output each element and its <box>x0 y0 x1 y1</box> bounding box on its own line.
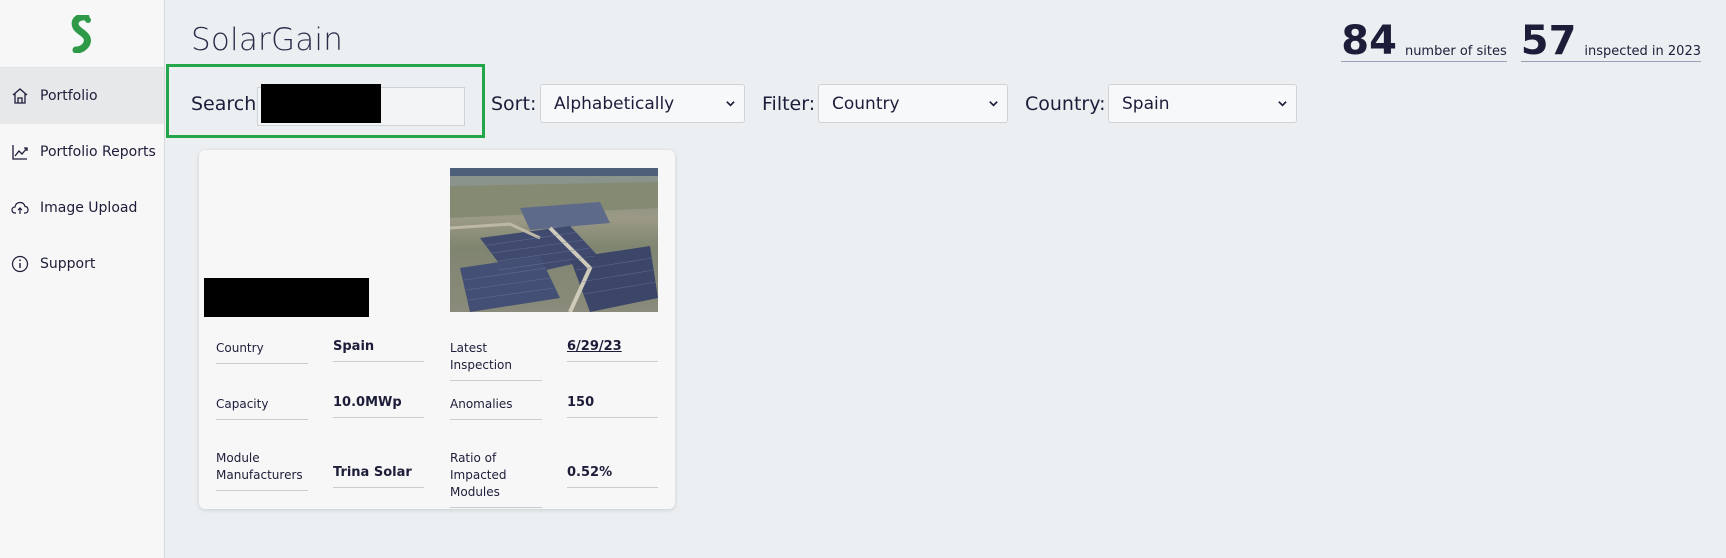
field-label-module-manufacturers: Module Manufacturers <box>216 450 308 491</box>
sidebar-item-label: Support <box>40 256 96 272</box>
country-select[interactable]: Spain <box>1108 84 1297 123</box>
sidebar-item-portfolio-reports[interactable]: Portfolio Reports <box>0 124 164 180</box>
field-label-anomalies: Anomalies <box>450 396 542 420</box>
field-value-capacity: 10.0MWp <box>333 394 424 418</box>
sidebar: Portfolio Portfolio Reports Image Upload… <box>0 0 165 558</box>
sort-label: Sort: <box>491 93 537 115</box>
filter-select-value: Country <box>832 93 900 114</box>
stat-label: number of sites <box>1404 44 1507 59</box>
country-select-value: Spain <box>1122 93 1170 114</box>
stat-value: 57 <box>1520 18 1577 64</box>
sidebar-item-label: Portfolio <box>40 88 98 104</box>
sort-select[interactable]: Alphabetically <box>540 84 745 123</box>
site-card[interactable]: Country Spain Capacity 10.0MWp Module Ma… <box>199 150 675 509</box>
stat-label: inspected in 2023 <box>1584 44 1701 59</box>
country-label: Country: <box>1025 93 1106 115</box>
sort-select-value: Alphabetically <box>554 93 675 114</box>
field-value-country: Spain <box>333 338 424 362</box>
redacted-search-text <box>261 84 381 123</box>
cloud-upload-icon <box>10 198 30 218</box>
search-highlight-box: Search: <box>166 64 485 138</box>
site-aerial-image <box>450 168 658 312</box>
page-title: SolarGain <box>191 22 344 58</box>
filter-select[interactable]: Country <box>818 84 1008 123</box>
field-label-latest-inspection: Latest Inspection <box>450 340 542 381</box>
home-icon <box>10 86 30 106</box>
stat-inspected: 57 inspected in 2023 <box>1520 18 1701 64</box>
sidebar-item-label: Image Upload <box>40 200 138 216</box>
field-label-ratio-impacted: Ratio of Impacted Modules <box>450 450 542 508</box>
sidebar-item-portfolio[interactable]: Portfolio <box>0 68 164 124</box>
chevron-down-icon <box>726 101 735 107</box>
search-label: Search: <box>191 93 263 115</box>
stats-summary: 84 number of sites 57 inspected in 2023 <box>1327 18 1701 64</box>
chevron-down-icon <box>989 101 998 107</box>
stat-value: 84 <box>1341 18 1397 64</box>
chevron-down-icon <box>1278 101 1287 107</box>
field-label-capacity: Capacity <box>216 396 308 420</box>
redacted-site-name <box>204 278 369 317</box>
filter-label: Filter: <box>762 93 816 115</box>
field-value-module-manufacturers: Trina Solar <box>333 464 424 488</box>
info-icon <box>10 254 30 274</box>
chart-line-icon <box>10 142 30 162</box>
toolbar: Search: Sort: Alphabetically Filter: Cou… <box>166 64 1726 138</box>
field-label-country: Country <box>216 340 308 364</box>
sidebar-item-support[interactable]: Support <box>0 236 164 292</box>
stat-number-of-sites: 84 number of sites <box>1341 18 1507 64</box>
logo-area <box>0 0 164 68</box>
sidebar-nav: Portfolio Portfolio Reports Image Upload… <box>0 68 164 292</box>
sidebar-item-image-upload[interactable]: Image Upload <box>0 180 164 236</box>
sidebar-item-label: Portfolio Reports <box>40 144 156 160</box>
latest-inspection-link[interactable]: 6/29/23 <box>567 338 658 362</box>
field-value-ratio-impacted: 0.52% <box>567 464 658 488</box>
solargain-logo-icon[interactable] <box>69 14 95 53</box>
field-value-anomalies: 150 <box>567 394 658 418</box>
